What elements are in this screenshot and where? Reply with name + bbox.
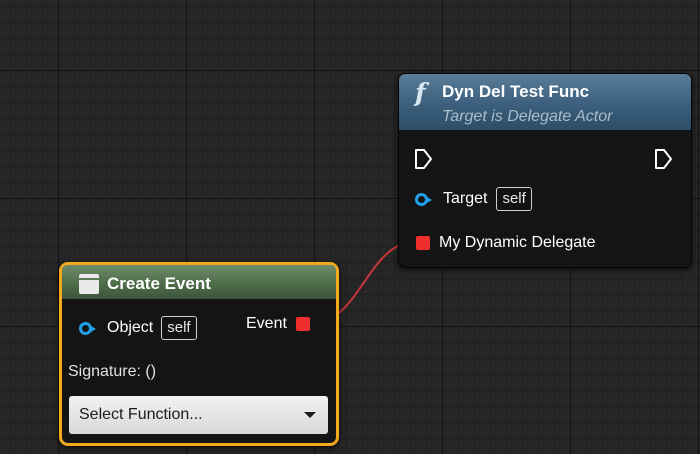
func-node-title: Dyn Del Test Func [442, 82, 590, 101]
delegate-pin-row[interactable]: My Dynamic Delegate [416, 234, 596, 252]
object-pin-icon[interactable] [79, 321, 96, 335]
event-icon [79, 274, 99, 294]
target-self-field[interactable]: self [496, 187, 532, 211]
object-pin-row[interactable]: Object self [79, 316, 197, 340]
target-pin-row[interactable]: Target self [415, 187, 532, 211]
create-event-node[interactable]: Create Event Object self Event Signature… [59, 262, 339, 446]
exec-in-pin-icon[interactable] [414, 148, 434, 170]
create-event-header[interactable]: Create Event [62, 265, 336, 299]
event-output-pin-icon[interactable] [295, 317, 310, 331]
signature-label: Signature: () [68, 363, 157, 380]
exec-out-pin-icon[interactable] [654, 148, 674, 170]
object-label: Object [107, 319, 154, 336]
create-event-title: Create Event [107, 274, 211, 293]
dropdown-arrow-icon [304, 412, 316, 418]
object-pin-icon[interactable] [415, 192, 432, 206]
event-label: Event [246, 315, 287, 332]
func-node-subtitle: Target is Delegate Actor [442, 108, 613, 125]
select-function-label: Select Function... [79, 406, 203, 423]
object-self-field[interactable]: self [161, 316, 197, 340]
delegate-pin-icon[interactable] [416, 236, 430, 250]
select-function-dropdown[interactable]: Select Function... [69, 396, 328, 434]
delegate-label: My Dynamic Delegate [439, 234, 596, 251]
target-label: Target [443, 190, 488, 207]
dyn-del-test-func-node[interactable]: f Dyn Del Test Func Target is Delegate A… [398, 73, 692, 268]
event-pin-row[interactable]: Event [246, 315, 310, 333]
function-icon: f [415, 78, 426, 107]
func-node-header[interactable]: f Dyn Del Test Func Target is Delegate A… [399, 74, 691, 130]
